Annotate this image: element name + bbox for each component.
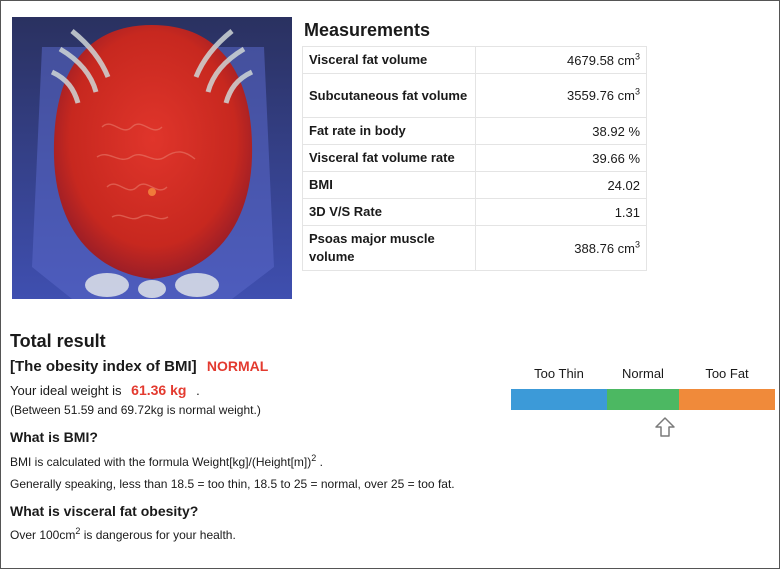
scale-segment-too-thin: [511, 389, 607, 410]
measurement-value: 24.02: [607, 177, 640, 193]
bmi-index-label: [The obesity index of BMI]: [10, 358, 197, 375]
total-result-title: Total result: [10, 331, 106, 351]
up-arrow-icon: [654, 416, 676, 438]
formula-end: .: [316, 455, 323, 469]
bmi-scale-bar: [511, 389, 775, 410]
measurement-label: Visceral fat volume: [302, 46, 476, 74]
bmi-scale-labels: Too Thin Normal Too Fat: [511, 366, 775, 384]
measurement-value-cell: 38.92 %: [475, 117, 647, 145]
measurement-value: 388.76 cm: [574, 240, 635, 256]
measurement-unit-superscript: 3: [634, 86, 640, 97]
measurement-label: Visceral fat volume rate: [302, 144, 476, 172]
ct-scan-image: [12, 17, 292, 299]
visceral-fat-heading: What is visceral fat obesity?: [10, 503, 199, 519]
bmi-index-heading: [The obesity index of BMI] NORMAL: [10, 358, 268, 375]
danger-prefix: Over 100cm: [10, 528, 76, 542]
measurement-row: 3D V/S Rate 1.31: [302, 198, 647, 226]
bmi-formula: BMI is calculated with the formula Weigh…: [10, 455, 312, 469]
measurement-label: Fat rate in body: [302, 117, 476, 145]
bmi-formula-text: BMI is calculated with the formula Weigh…: [10, 454, 323, 470]
measurement-row: Subcutaneous fat volume 3559.76 cm3: [302, 73, 647, 118]
measurement-row: BMI 24.02: [302, 171, 647, 199]
measurement-value: 1.31: [614, 204, 640, 220]
ideal-weight-prefix: Your ideal weight is: [10, 383, 122, 398]
measurement-value-cell: 4679.58 cm3: [475, 46, 647, 74]
measurement-value: 39.66 %: [592, 150, 640, 166]
danger-suffix: is dangerous for your health.: [80, 528, 236, 542]
measurement-unit-superscript: 3: [634, 239, 640, 250]
measurement-value: 38.92 %: [592, 123, 640, 139]
measurement-label: 3D V/S Rate: [302, 198, 476, 226]
bmi-status-badge: NORMAL: [206, 358, 269, 374]
measurement-label: Psoas major muscle volume: [302, 225, 476, 271]
measurement-row: Psoas major muscle volume 388.76 cm3: [302, 225, 647, 271]
scale-segment-normal: [607, 389, 679, 410]
visceral-danger-text: Over 100cm2 is dangerous for your health…: [10, 527, 236, 543]
measurement-row: Visceral fat volume 4679.58 cm3: [302, 46, 647, 74]
measurements-table: Visceral fat volume 4679.58 cm3 Subcutaneo…: [302, 46, 647, 271]
ideal-weight-line: Your ideal weight is 61.36 kg .: [10, 382, 200, 398]
ideal-weight-value: 61.36 kg: [131, 382, 187, 398]
normal-weight-range: (Between 51.59 and 69.72kg is normal wei…: [10, 403, 261, 417]
measurement-value-cell: 3559.76 cm3: [475, 73, 647, 118]
bmi-ranges-text: Generally speaking, less than 18.5 = too…: [10, 477, 455, 491]
scale-label-too-thin: Too Thin: [534, 366, 584, 381]
measurement-value-cell: 39.66 %: [475, 144, 647, 172]
what-is-bmi-heading: What is BMI?: [10, 429, 98, 445]
measurement-value-cell: 388.76 cm3: [475, 225, 647, 271]
measurement-value-cell: 24.02: [475, 171, 647, 199]
measurement-label: Subcutaneous fat volume: [302, 73, 476, 118]
measurement-label: BMI: [302, 171, 476, 199]
scale-label-too-fat: Too Fat: [705, 366, 749, 381]
measurement-row: Fat rate in body 38.92 %: [302, 117, 647, 145]
measurement-row: Visceral fat volume rate 39.66 %: [302, 144, 647, 172]
ideal-weight-suffix: .: [196, 383, 200, 398]
scale-label-normal: Normal: [622, 366, 664, 381]
measurement-value: 3559.76 cm: [567, 88, 635, 103]
measurement-unit-superscript: 3: [634, 51, 640, 62]
measurement-value: 4679.58 cm: [567, 52, 635, 68]
measurements-title: Measurements: [304, 20, 431, 40]
measurement-value-cell: 1.31: [475, 198, 647, 226]
scale-segment-too-fat: [679, 389, 775, 410]
